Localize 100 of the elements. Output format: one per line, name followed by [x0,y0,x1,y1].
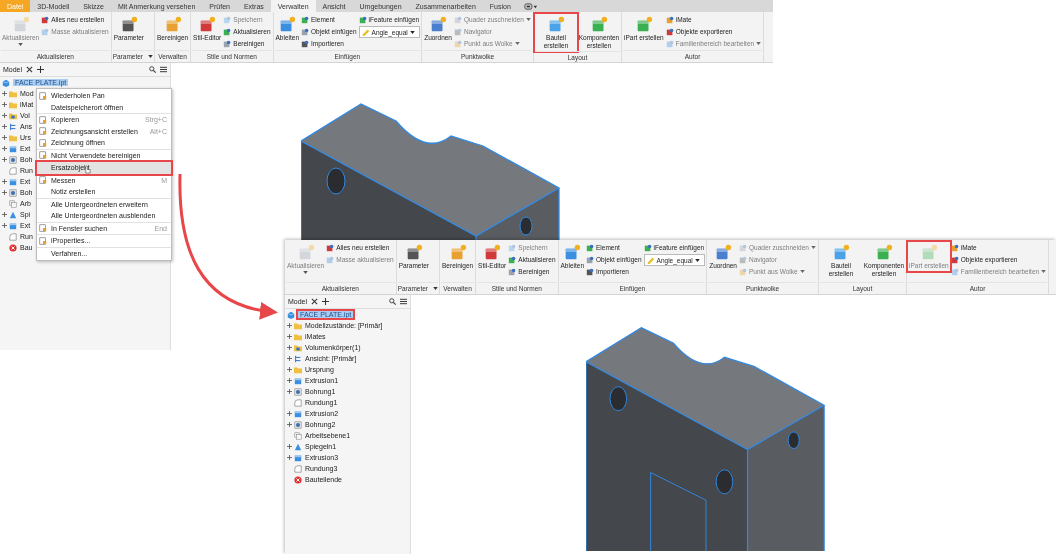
fillet-icon [294,398,302,407]
caret-icon [694,258,700,262]
stop-icon [294,475,302,484]
tool-icon [586,267,594,276]
plus-icon[interactable] [322,298,330,305]
tool-icon [832,243,850,261]
tool-icon [950,243,959,252]
tool-icon [563,243,582,261]
expand-icon[interactable] [2,113,7,118]
tool-icon [739,243,747,252]
caret-icon [18,43,24,46]
tree-icon [294,354,302,363]
cube-icon [294,409,302,418]
caret-icon [811,246,816,249]
cube-icon [9,221,17,230]
fillet-icon [9,232,17,241]
cube-icon [294,453,302,462]
tool-icon [429,15,448,33]
tool-icon [483,243,502,261]
expand-icon[interactable] [287,356,292,361]
tool-icon [547,15,565,33]
expand-icon[interactable] [287,455,292,460]
tool-icon [301,39,309,48]
hole-icon [9,188,17,197]
triangle-icon [294,442,302,451]
tool-icon [739,255,747,264]
tool-icon [223,39,232,48]
expand-icon[interactable] [287,422,292,427]
tool-icon [875,243,893,261]
close-icon[interactable] [311,298,319,305]
tool-icon [454,39,462,48]
tool-icon [714,243,733,261]
expand-icon[interactable] [287,323,292,328]
menu-icon[interactable] [400,298,407,305]
tool-icon [326,255,335,264]
tool-icon [198,15,217,33]
expand-icon[interactable] [287,378,292,383]
caret-icon [526,18,531,21]
expand-icon[interactable] [2,190,7,195]
expand-icon[interactable] [287,389,292,394]
menu-icon-glyph [39,176,47,185]
triangle-icon [9,210,17,219]
expand-icon[interactable] [287,444,292,449]
tool-icon [41,27,50,36]
expand-icon[interactable] [2,179,7,184]
tool-icon [950,255,959,264]
expand-icon[interactable] [287,367,292,372]
tool-icon [665,15,674,24]
hole-icon [9,155,17,164]
expand-icon[interactable] [287,334,292,339]
caret-icon [409,30,415,34]
expand-icon[interactable] [2,157,7,162]
expand-icon[interactable] [287,345,292,350]
folder-icon [9,133,17,142]
close-icon[interactable] [26,66,34,73]
tool-icon [223,15,232,24]
cube-icon [9,144,17,153]
caret-icon[interactable] [433,287,439,290]
caret-icon [799,270,805,273]
fillet-icon [9,166,17,175]
menu-icon-glyph [39,138,47,147]
expand-icon[interactable] [2,91,7,96]
expand-icon[interactable] [2,223,7,228]
folder-icon [294,343,302,352]
search-icon[interactable] [389,298,396,305]
expand-icon[interactable] [2,124,7,129]
cube-icon [294,376,302,385]
search-icon[interactable] [149,66,156,73]
expand-icon[interactable] [2,212,7,217]
tool-icon [301,27,309,36]
tool-icon [508,267,517,276]
caret-icon [756,42,762,45]
pencil-icon [646,256,655,264]
tool-icon [950,267,959,276]
menu-icon-glyph [39,151,47,160]
plus-icon[interactable] [37,66,45,73]
tool-icon [739,267,747,276]
expand-icon[interactable] [2,146,7,151]
tool-icon [278,15,297,33]
dropdown-icon[interactable] [523,2,538,10]
caret-icon [1041,270,1047,273]
caret-icon[interactable] [148,55,154,58]
plane-icon [9,199,17,208]
tool-icon [643,243,652,252]
tool-icon [301,15,309,24]
tool-icon [590,15,608,33]
menu-icon-glyph [39,224,47,233]
cube-icon [9,177,17,186]
tool-icon [665,39,674,48]
folder-icon [9,111,17,120]
expand-icon[interactable] [2,135,7,140]
menu-icon[interactable] [160,66,167,73]
caret-icon [303,271,309,274]
pencil-icon [361,28,370,36]
expand-icon[interactable] [287,411,292,416]
tool-icon [326,243,335,252]
expand-icon[interactable] [2,102,7,107]
hole-icon [294,420,302,429]
tool-icon [508,255,517,264]
fillet-icon [294,464,302,473]
